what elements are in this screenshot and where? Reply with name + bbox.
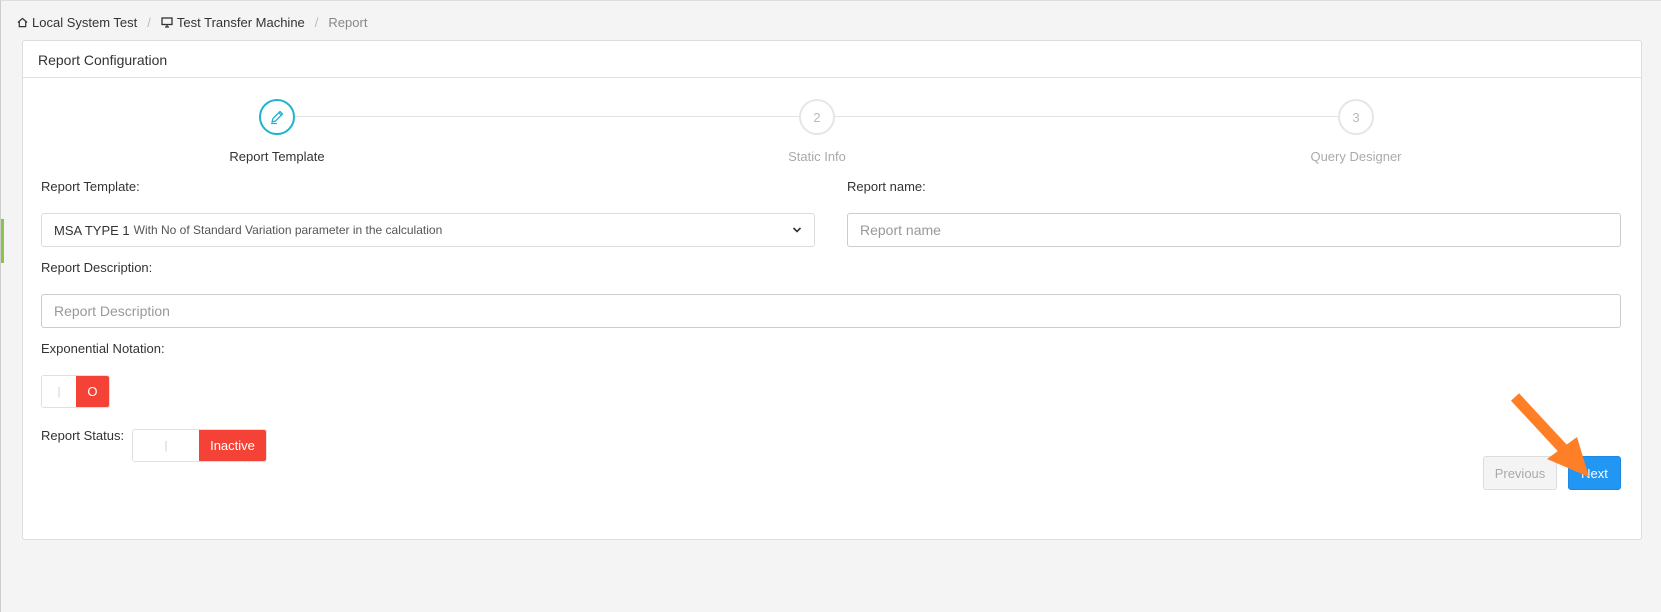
breadcrumb-separator: / [314, 14, 319, 30]
report-configuration-card: Report Configuration Report Template 2 S… [22, 40, 1642, 540]
exponential-notation-label: Exponential Notation: [41, 341, 165, 356]
report-template-select[interactable]: MSA TYPE 1 With No of Standard Variation… [41, 213, 815, 247]
breadcrumb-label: Local System Test [32, 14, 138, 30]
report-description-input[interactable] [41, 294, 1621, 328]
breadcrumb-local-system-test[interactable]: Local System Test [17, 15, 137, 30]
breadcrumb-separator: / [147, 14, 151, 30]
toggle-off-side: | [42, 376, 76, 407]
toggle-on-side: O [75, 376, 109, 407]
step-label: Static Info [788, 149, 846, 164]
monitor-icon [161, 16, 173, 28]
toggle-on-side: Inactive [199, 430, 266, 461]
breadcrumb-label: Test Transfer Machine [176, 14, 305, 30]
chevron-down-icon [792, 227, 802, 233]
report-status-label: Report Status: [41, 428, 125, 443]
step-circle [259, 99, 295, 135]
breadcrumb-report: Report [328, 14, 368, 30]
step-circle: 3 [1338, 99, 1374, 135]
step-query-designer[interactable]: 3 Query Designer [1256, 99, 1456, 164]
card-title: Report Configuration [23, 41, 1641, 78]
step-circle: 2 [799, 99, 835, 135]
pencil-icon [271, 110, 284, 125]
left-accent-bar [1, 219, 4, 263]
report-name-label: Report name: [847, 179, 926, 194]
template-value-main: MSA TYPE 1 [54, 222, 130, 238]
step-label: Report Template [229, 149, 325, 164]
breadcrumb-test-transfer-machine[interactable]: Test Transfer Machine [161, 15, 305, 30]
wizard-stepper: Report Template 2 Static Info 3 Query De… [23, 99, 1641, 169]
step-label: Query Designer [1310, 149, 1402, 164]
exponential-notation-toggle[interactable]: | O [41, 375, 110, 408]
report-description-label: Report Description: [41, 260, 153, 275]
template-value-sub: With No of Standard Variation parameter … [133, 223, 443, 237]
breadcrumb: Local System Test / Test Transfer Machin… [17, 13, 367, 31]
annotation-arrow-icon [1510, 393, 1589, 477]
home-icon [17, 17, 28, 27]
step-static-info[interactable]: 2 Static Info [717, 99, 917, 164]
report-template-label: Report Template: [41, 179, 140, 194]
toggle-off-side: | [133, 430, 199, 461]
step-report-template[interactable]: Report Template [177, 99, 377, 164]
report-name-input[interactable] [847, 213, 1621, 247]
report-status-toggle[interactable]: | Inactive [132, 429, 267, 462]
